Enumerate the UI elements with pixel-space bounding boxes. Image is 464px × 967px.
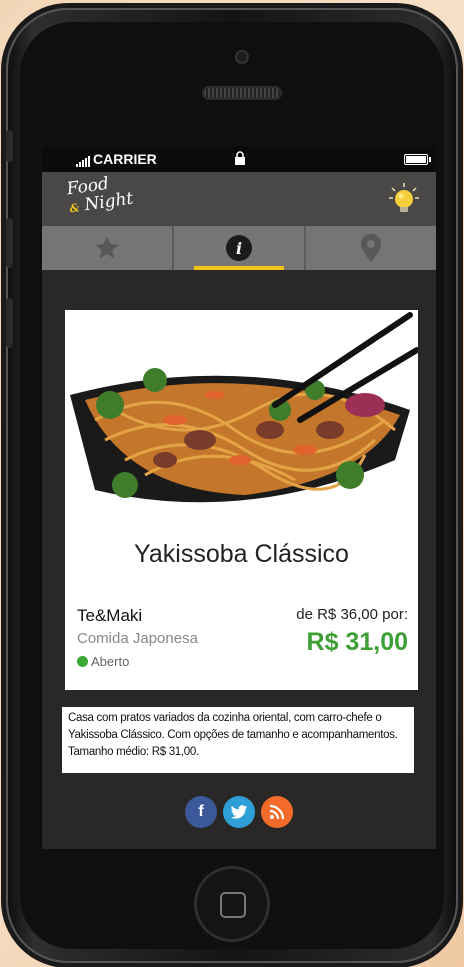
tab-info[interactable]: i (172, 226, 304, 270)
status-badge: Aberto (77, 654, 129, 669)
home-square-icon (220, 892, 246, 918)
social-share-bar: f (42, 796, 436, 828)
lock-icon (235, 151, 245, 165)
rss-icon (269, 804, 285, 820)
volume-up-button (6, 218, 13, 268)
info-icon: i (226, 235, 252, 261)
facebook-button[interactable]: f (185, 796, 217, 828)
tab-favorites[interactable] (42, 226, 172, 270)
app-header: Food & Night (42, 172, 436, 226)
signal-icon (76, 156, 90, 167)
status-label: Aberto (91, 654, 130, 669)
star-icon (95, 236, 119, 259)
twitter-button[interactable] (223, 796, 255, 828)
twitter-icon (230, 804, 248, 819)
rss-button[interactable] (261, 796, 293, 828)
dish-card: Yakissoba Clássico Te&Maki Comida Japone… (65, 310, 418, 690)
app-logo[interactable]: Food & Night (66, 172, 135, 219)
tab-location[interactable] (304, 226, 436, 270)
battery-icon (404, 154, 431, 165)
mute-switch (6, 130, 13, 162)
dish-description: Casa com pratos variados da cozinha orie… (62, 707, 414, 773)
volume-down-button (6, 298, 13, 348)
restaurant-name[interactable]: Te&Maki (77, 606, 142, 626)
dish-image (65, 310, 418, 525)
app-screen: CARRIER Food & Night i Yakissoba Clássic… (42, 146, 436, 849)
restaurant-category: Comida Japonesa (77, 630, 198, 647)
carrier-indicator: CARRIER (76, 151, 157, 167)
home-button[interactable] (194, 866, 270, 942)
front-camera (237, 52, 247, 62)
lightbulb-icon[interactable] (388, 182, 420, 214)
status-bar: CARRIER (42, 146, 436, 172)
dish-title: Yakissoba Clássico (134, 540, 349, 568)
tab-bar: i (42, 226, 436, 270)
location-pin-icon (361, 234, 381, 262)
open-status-dot-icon (77, 656, 88, 667)
carrier-label: CARRIER (93, 151, 157, 167)
earpiece-speaker (204, 88, 280, 98)
original-price: de R$ 36,00 por: (296, 606, 408, 623)
facebook-icon: f (198, 803, 204, 820)
sale-price: R$ 31,00 (306, 628, 408, 656)
